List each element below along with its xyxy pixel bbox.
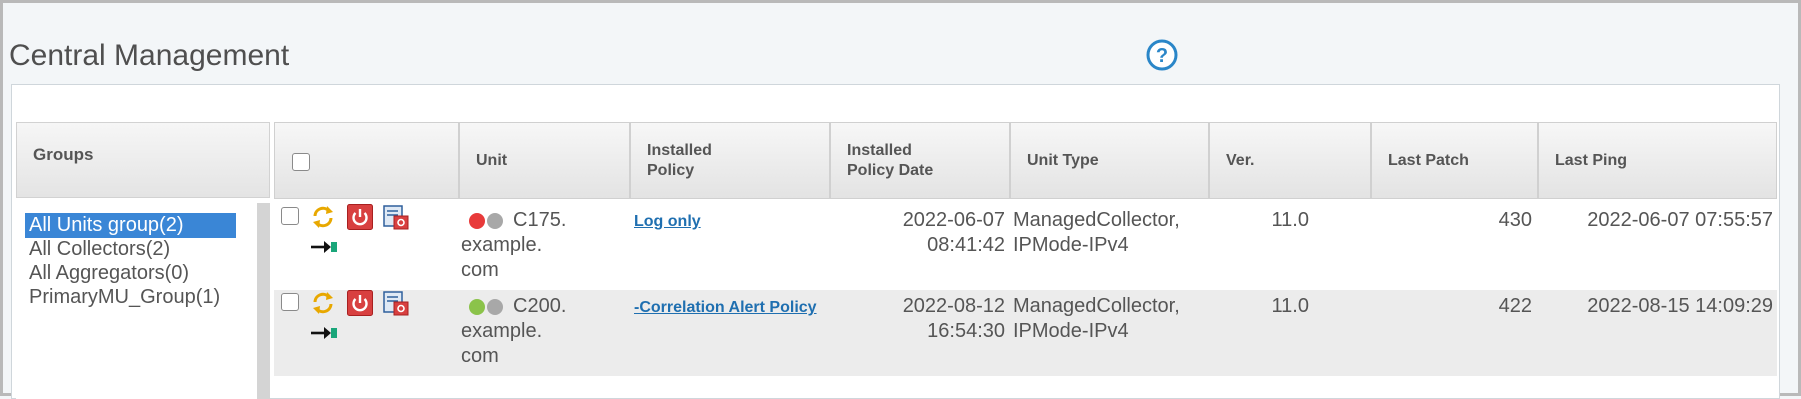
header-ver[interactable]: Ver. <box>1209 122 1371 199</box>
svg-text:?: ? <box>1156 45 1168 67</box>
header-last-ping[interactable]: Last Ping <box>1538 122 1777 199</box>
page-title: Central Management <box>9 39 290 72</box>
policy-time: 16:54:30 <box>927 320 1005 342</box>
installed-policy-cell: -Correlation Alert Policy <box>634 294 817 320</box>
group-item-all-aggregators[interactable]: All Aggregators(0) <box>25 261 193 286</box>
groups-scrollbar[interactable] <box>257 203 270 399</box>
table-row: C200. example. com -Correlation Alert Po… <box>274 290 1777 376</box>
group-item-all-units[interactable]: All Units group(2) <box>25 213 236 238</box>
header-select-all-cell <box>274 122 459 199</box>
header-unit-type[interactable]: Unit Type <box>1010 122 1209 199</box>
follow-link-icon[interactable] <box>310 324 338 342</box>
policy-time: 08:41:42 <box>927 234 1005 256</box>
group-item-primarymu-group[interactable]: PrimaryMU_Group(1) <box>25 285 224 310</box>
refresh-icon[interactable] <box>310 290 336 316</box>
row-checkbox[interactable] <box>281 293 299 311</box>
status-indicator <box>461 294 513 319</box>
groups-header: Groups <box>16 122 270 198</box>
header-unit[interactable]: Unit <box>459 122 630 199</box>
unit-name-line3: com <box>461 345 499 367</box>
unit-type-line2: IPMode-IPv4 <box>1013 320 1129 342</box>
status-dot-red <box>469 212 485 229</box>
config-icon[interactable] <box>383 204 409 230</box>
last-ping-cell: 2022-06-07 07:55:57 <box>1587 209 1773 231</box>
policy-date: 2022-06-07 <box>902 209 1005 231</box>
last-ping-cell: 2022-08-15 14:09:29 <box>1587 295 1773 317</box>
last-patch-cell: 422 <box>1498 295 1532 317</box>
refresh-icon[interactable] <box>310 204 336 230</box>
row-checkbox[interactable] <box>281 207 299 225</box>
unit-name-line2: example. <box>461 234 543 256</box>
status-indicator <box>461 208 513 233</box>
unit-type-cell: ManagedCollector, IPMode-IPv4 <box>1013 294 1180 344</box>
ver-cell: 11.0 <box>1271 295 1309 317</box>
last-patch-cell: 430 <box>1498 209 1532 231</box>
config-icon[interactable] <box>383 290 409 316</box>
help-icon[interactable]: ? <box>1145 38 1179 72</box>
header-last-patch[interactable]: Last Patch <box>1371 122 1538 199</box>
unit-type-cell: ManagedCollector, IPMode-IPv4 <box>1013 208 1180 258</box>
unit-cell: C175. example. com <box>459 204 630 290</box>
installed-policy-cell: Log only <box>634 208 701 234</box>
unit-type-line2: IPMode-IPv4 <box>1013 234 1129 256</box>
status-dot-gray <box>487 212 503 229</box>
unit-cell: C200. example. com <box>459 290 630 376</box>
table-header: Unit Installed Policy Installed Policy Dat… <box>274 122 1777 199</box>
group-item-all-collectors[interactable]: All Collectors(2) <box>25 237 174 262</box>
policy-date-cell: 2022-06-07 08:41:42 <box>830 208 1005 258</box>
power-icon[interactable] <box>347 290 373 316</box>
status-dot-gray <box>487 298 503 315</box>
header-installed-policy-date[interactable]: Installed Policy Date <box>830 122 1010 199</box>
header-installed-policy[interactable]: Installed Policy <box>630 122 830 199</box>
policy-link[interactable]: Log only <box>634 213 701 230</box>
unit-name-line1: C175. <box>513 209 567 231</box>
unit-type-line1: ManagedCollector, <box>1013 295 1180 317</box>
unit-name-line2: example. <box>461 320 543 342</box>
groups-list: All Units group(2) All Collectors(2) All… <box>16 208 270 399</box>
unit-name-line3: com <box>461 259 499 281</box>
status-dot-green <box>469 298 485 315</box>
policy-date: 2022-08-12 <box>902 295 1005 317</box>
follow-link-icon[interactable] <box>310 238 338 256</box>
select-all-checkbox[interactable] <box>292 153 310 171</box>
unit-type-line1: ManagedCollector, <box>1013 209 1180 231</box>
ver-cell: 11.0 <box>1271 209 1309 231</box>
power-icon[interactable] <box>347 204 373 230</box>
policy-date-cell: 2022-08-12 16:54:30 <box>830 294 1005 344</box>
unit-name-line1: C200. <box>513 295 567 317</box>
table-row: C175. example. com Log only 2022-06-07 0… <box>274 204 1777 290</box>
policy-link[interactable]: -Correlation Alert Policy <box>634 299 817 316</box>
